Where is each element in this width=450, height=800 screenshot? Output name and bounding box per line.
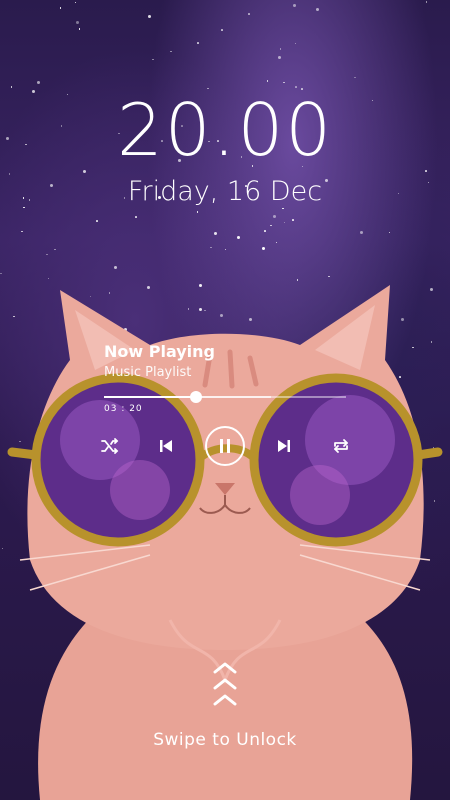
chevron-up-icon (213, 662, 237, 706)
playlist-name: Music Playlist (104, 365, 192, 380)
shuffle-icon (101, 438, 119, 454)
music-player-widget: Now Playing Music Playlist 03 : 20 (101, 342, 350, 466)
playback-progress-bar[interactable] (104, 391, 346, 403)
lockscreen-clock: 20.00 (116, 88, 334, 172)
pause-button[interactable] (205, 426, 245, 466)
elapsed-time: 03 : 20 (104, 404, 143, 414)
unlock-label: Swipe to Unlock (153, 730, 297, 750)
repeat-button[interactable] (325, 426, 357, 466)
next-button[interactable] (268, 426, 300, 466)
lockscreen-date: Friday, 16 Dec (127, 176, 323, 207)
progress-fill (104, 396, 196, 398)
progress-knob[interactable] (189, 391, 202, 403)
previous-button[interactable] (150, 426, 182, 466)
next-icon (278, 440, 290, 452)
repeat-icon (334, 439, 348, 453)
playback-controls (101, 426, 357, 466)
shuffle-button[interactable] (94, 426, 126, 466)
previous-icon (160, 440, 172, 452)
now-playing-title: Now Playing (104, 342, 216, 361)
swipe-to-unlock[interactable]: Swipe to Unlock (0, 660, 450, 750)
pause-icon (220, 439, 230, 453)
